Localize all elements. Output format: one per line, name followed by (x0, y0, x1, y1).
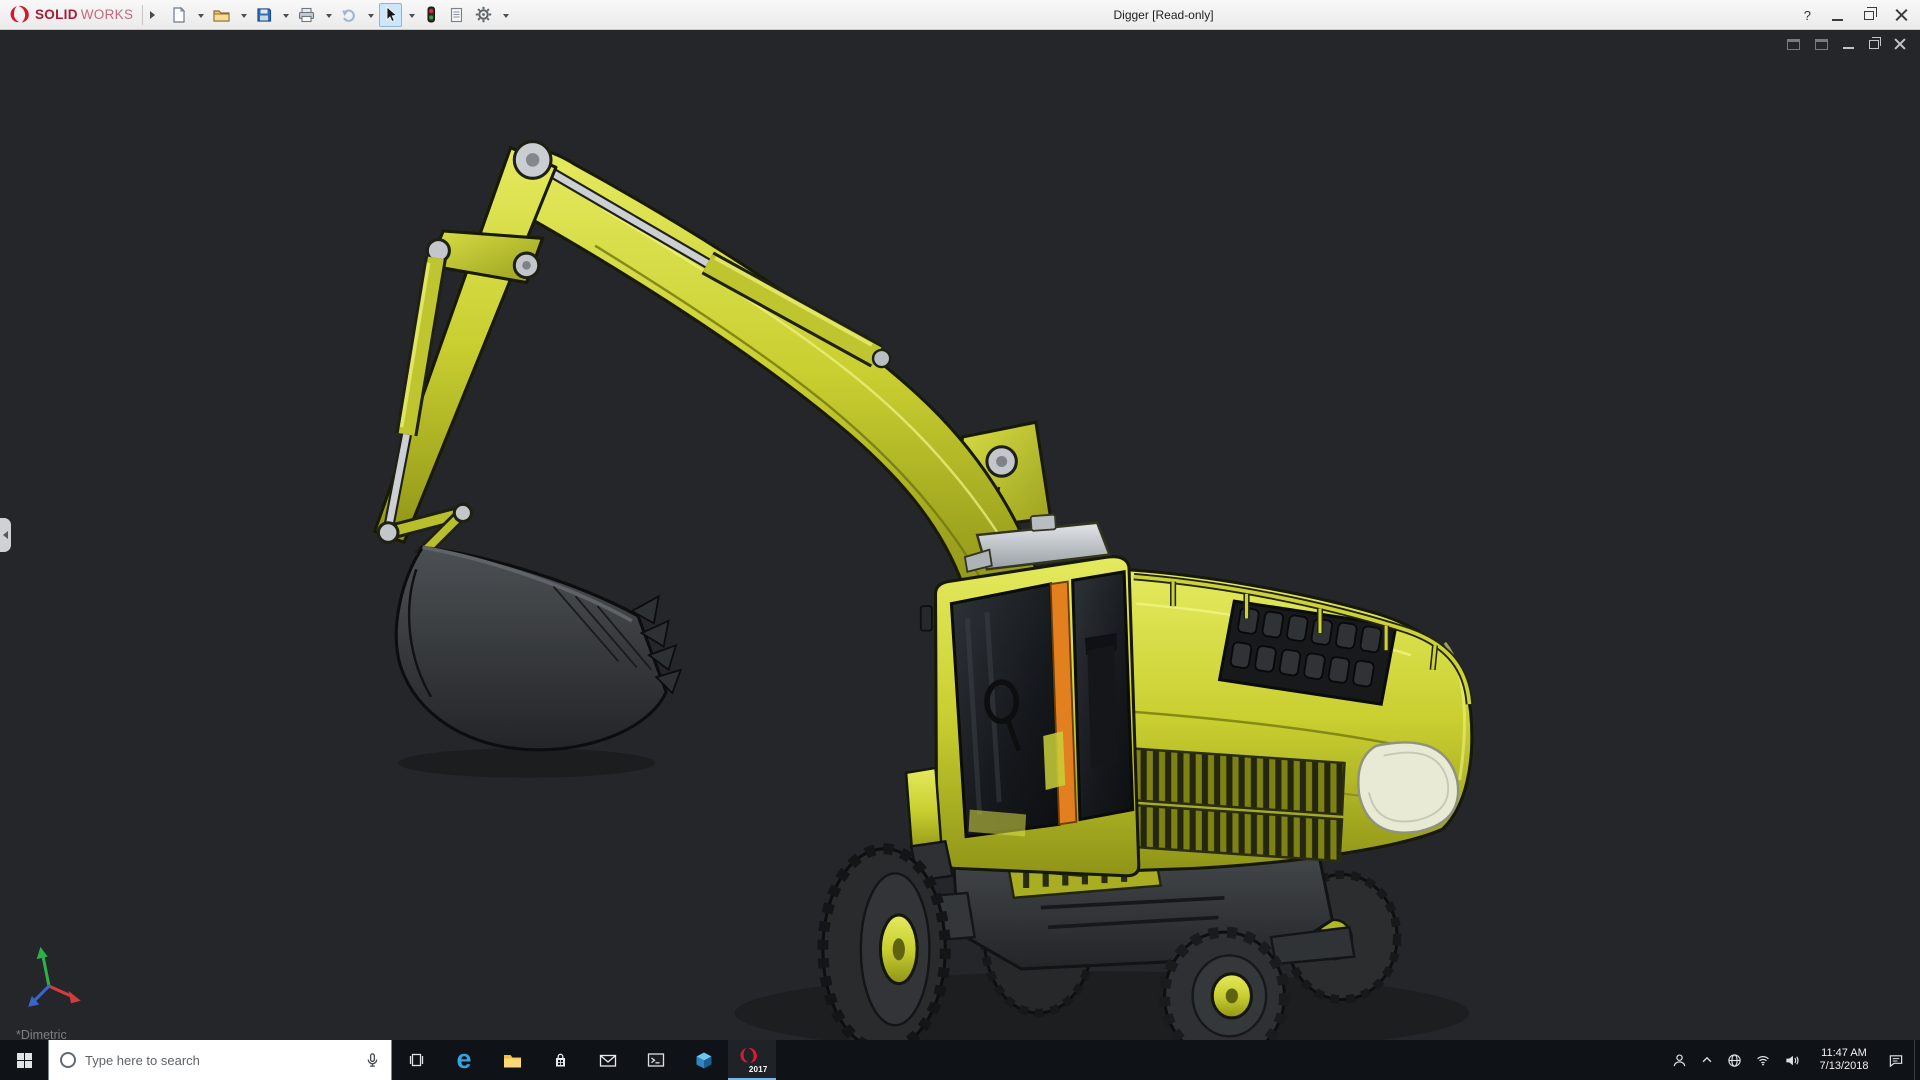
open-caret[interactable] (241, 13, 248, 18)
doc-close-icon[interactable] (1894, 38, 1906, 50)
toolbar-separator (142, 4, 144, 25)
standard-toolbar (167, 2, 511, 27)
restore-button[interactable] (1864, 7, 1877, 20)
print-caret[interactable] (326, 13, 333, 18)
people-icon[interactable] (1672, 1053, 1687, 1068)
action-center-icon[interactable] (1888, 1053, 1904, 1068)
minimize-button[interactable] (1832, 18, 1843, 21)
full-pane-icon[interactable] (1815, 38, 1828, 50)
document-window-controls (1787, 36, 1906, 50)
toolbar-flyout-arrow-icon[interactable] (150, 10, 156, 19)
network-globe-icon[interactable] (1727, 1053, 1742, 1068)
select-tool-button[interactable] (379, 2, 403, 27)
hidden-icons-chevron-icon[interactable] (1700, 1053, 1714, 1067)
save-caret[interactable] (283, 13, 290, 18)
taskbar-mail-button[interactable] (584, 1040, 632, 1080)
task-view-button[interactable] (392, 1040, 440, 1080)
undo-icon (342, 9, 356, 22)
gear-icon (476, 6, 492, 23)
volume-icon[interactable] (1784, 1053, 1800, 1068)
feature-panel-collapse-tab[interactable] (0, 518, 11, 552)
start-button[interactable] (0, 1040, 48, 1080)
new-document-button[interactable] (167, 3, 191, 27)
window-title: Digger [Read-only] (1113, 7, 1214, 22)
doc-minimize-icon[interactable] (1843, 40, 1854, 49)
select-arrow-icon (386, 6, 398, 23)
help-button[interactable]: ? (1804, 8, 1811, 23)
search-placeholder: Type here to search (85, 1052, 200, 1068)
orientation-triad[interactable] (28, 946, 81, 1007)
solidworks-logo: SOLID WORKS (0, 5, 139, 25)
titlebar: SOLID WORKS Digger [Read-only] ? (0, 0, 1920, 30)
solidworks-year-label: 2017 (748, 1064, 768, 1074)
taskbar-search[interactable]: Type here to search (48, 1040, 392, 1080)
new-document-icon (173, 6, 186, 23)
rebuild-stoplight-icon (427, 6, 436, 23)
excavator-model (28, 140, 1474, 1040)
taskbar-solidworks-button[interactable]: 2017 (728, 1040, 776, 1080)
file-properties-button[interactable] (445, 3, 468, 27)
options-button[interactable] (471, 3, 496, 27)
close-button[interactable] (1895, 9, 1908, 22)
edge-icon: e (456, 1043, 472, 1074)
wifi-icon[interactable] (1755, 1053, 1771, 1067)
open-folder-icon (213, 9, 230, 22)
taskbar-console-button[interactable] (632, 1040, 680, 1080)
printer-icon (299, 7, 315, 22)
cortana-icon (60, 1052, 76, 1068)
store-icon (555, 1053, 565, 1066)
console-icon (647, 1053, 665, 1067)
logo-text-solid: SOLID (35, 7, 78, 22)
graphics-viewport[interactable]: *Dimetric (0, 30, 1920, 1040)
save-button[interactable] (252, 3, 276, 27)
open-button[interactable] (209, 3, 234, 27)
taskbar: Type here to search e 2017 11:47 AM 7/13… (0, 1040, 1920, 1080)
excavator-front-left-wheel[interactable] (817, 843, 951, 1040)
solidworks-app-icon (740, 1047, 757, 1063)
microphone-icon[interactable] (365, 1052, 380, 1068)
mail-icon (599, 1054, 617, 1067)
excavator-front-right-wheel[interactable] (1158, 926, 1290, 1040)
windows-logo-icon (16, 1052, 32, 1068)
taskbar-edrawings-button[interactable] (680, 1040, 728, 1080)
doc-restore-icon[interactable] (1869, 36, 1881, 49)
taskbar-file-explorer-button[interactable] (488, 1040, 536, 1080)
file-properties-icon (451, 7, 463, 22)
undo-button[interactable] (337, 3, 361, 27)
taskbar-store-button[interactable] (536, 1040, 584, 1080)
excavator-bucket[interactable] (394, 545, 683, 752)
cad-cube-icon (696, 1052, 712, 1068)
excavator-boom[interactable] (498, 147, 1043, 598)
new-document-caret[interactable] (198, 13, 205, 18)
rebuild-button[interactable] (420, 3, 442, 27)
select-caret[interactable] (409, 13, 416, 18)
taskbar-edge-button[interactable]: e (440, 1040, 488, 1080)
undo-caret[interactable] (368, 13, 375, 18)
split-pane-icon[interactable] (1787, 38, 1800, 50)
clock-date: 7/13/2018 (1819, 1060, 1869, 1072)
window-controls: ? (1804, 0, 1908, 30)
excavator-cab[interactable] (919, 513, 1141, 878)
show-desktop-button[interactable] (1914, 1040, 1920, 1080)
view-orientation-label: *Dimetric (16, 1028, 67, 1040)
clock-time: 11:47 AM (1821, 1046, 1867, 1059)
file-explorer-icon (503, 1054, 521, 1067)
print-button[interactable] (294, 3, 319, 27)
save-floppy-icon (257, 7, 272, 22)
options-caret[interactable] (503, 13, 510, 18)
task-view-icon (409, 1053, 423, 1067)
logo-text-works: WORKS (80, 7, 134, 22)
system-tray: 11:47 AM 7/13/2018 (1662, 1040, 1914, 1080)
taskbar-clock[interactable]: 11:47 AM 7/13/2018 (1813, 1047, 1875, 1074)
excavator-stick[interactable] (373, 146, 558, 562)
ds-logo-icon (10, 5, 29, 23)
